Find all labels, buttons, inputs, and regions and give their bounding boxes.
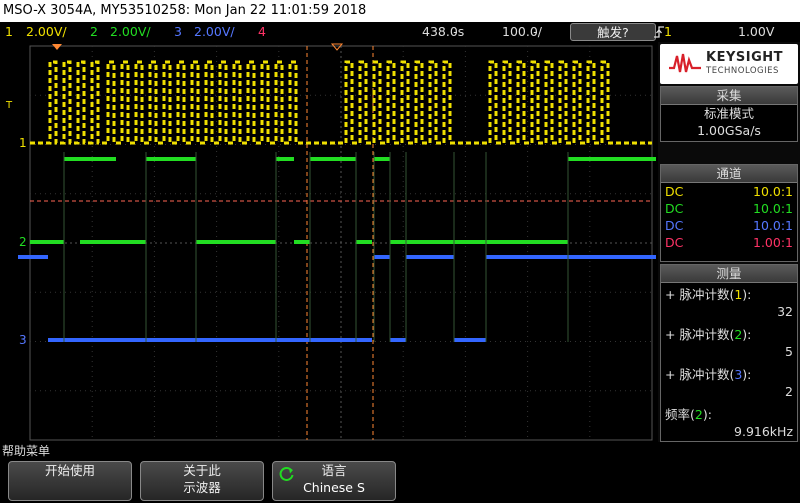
ch3-coupling: DC [665,218,684,233]
keysight-wave-icon [669,53,701,73]
timebase-scale[interactable]: 100.0̵/ [502,22,542,42]
measure-4-label: 频率(2): [665,407,712,422]
measure-1-value: 32 [777,304,793,319]
softkey-menu-title: 帮助菜单 [2,444,51,458]
sample-rate: 1.00GSa/s [697,123,761,138]
language-softkey[interactable]: 语言 Chinese S [272,461,396,501]
ch3-scale[interactable]: 2.00V/ [194,22,235,42]
rotate-knob-icon [279,466,294,481]
channel-row-1: DC 10.0:1 [661,183,797,200]
measurements-panel[interactable]: 测量 + 脉冲计数(1): 32 + 脉冲计数(2): 5 + 脉冲计数(3):… [660,264,798,442]
channel-row-3: DC 10.0:1 [661,217,797,234]
getting-started-label: 开始使用 [44,463,95,478]
measure-2-channel: 2 [734,327,743,342]
measure-4-name: 频率 [665,407,691,422]
measure-2-label: + 脉冲计数(2): [665,327,752,342]
ch1-scale[interactable]: 2.00V/ [26,22,67,42]
measure-4-channel: 2 [694,407,703,422]
measure-3-label: + 脉冲计数(3): [665,367,752,382]
trigger-edge-icon [654,26,664,38]
measure-1-name: + 脉冲计数 [665,287,730,302]
waveform-display[interactable]: T 1 2 3 [0,42,658,442]
ch2-probe: 10.0:1 [753,201,793,216]
trigger-point-marker [52,44,62,50]
measure-3-channel: 3 [734,367,743,382]
measure-4-value: 9.916kHz [734,424,793,439]
ch3-ground-marker[interactable]: 3 [19,333,27,347]
ch3-label[interactable]: 3 [174,22,182,42]
measure-3-value: 2 [785,384,793,399]
logo-brand: KEYSIGHT [706,50,783,65]
ch4-coupling: DC [665,235,684,250]
waveform-svg [18,43,656,441]
keysight-logo: KEYSIGHT TECHNOLOGIES [660,44,798,84]
status-bar: 1 2.00V/ 2 2.00V/ 3 2.00V/ 4 438.0̵s 100… [0,22,800,42]
ch2-coupling: DC [665,201,684,216]
channels-panel[interactable]: 通道 DC 10.0:1 DC 10.0:1 DC 10.0:1 DC 1.00… [660,164,798,262]
measure-2-value: 5 [785,344,793,359]
about-scope-softkey[interactable]: 关于此 示波器 [140,461,264,501]
ch1-probe: 10.0:1 [753,184,793,199]
logo-subtitle: TECHNOLOGIES [706,66,779,76]
ch4-label[interactable]: 4 [258,22,266,42]
ch2-label[interactable]: 2 [90,22,98,42]
getting-started-softkey[interactable]: 开始使用 [8,461,132,501]
ch1-coupling: DC [665,184,684,199]
ch2-ground-marker[interactable]: 2 [19,235,27,249]
channel-row-4: DC 1.00:1 [661,234,797,251]
measure-1-channel: 1 [734,287,743,302]
ch2-scale[interactable]: 2.00V/ [110,22,151,42]
trigger-level[interactable]: 1.00V [738,22,774,42]
measure-3-name: + 脉冲计数 [665,367,730,382]
channel-row-2: DC 10.0:1 [661,200,797,217]
channels-header: 通道 [661,165,797,183]
ch1-label[interactable]: 1 [5,22,13,42]
measure-2-name: + 脉冲计数 [665,327,730,342]
acquisition-header: 采集 [661,87,797,105]
acquisition-panel[interactable]: 采集 标准模式 1.00GSa/s [660,86,798,142]
ch3-probe: 10.0:1 [753,218,793,233]
ch4-probe: 1.00:1 [753,235,793,250]
window-title: MSO-X 3054A, MY53510258: Mon Jan 22 11:0… [0,0,800,22]
acquisition-mode: 标准模式 [703,106,754,121]
measure-1-label: + 脉冲计数(1): [665,287,752,302]
trigger-level-marker[interactable]: T [6,100,12,111]
measurements-header: 测量 [661,265,797,283]
trigger-status-button[interactable]: 触发? [570,23,656,41]
about-scope-line2: 示波器 [183,480,221,495]
ch1-ground-marker[interactable]: 1 [19,136,27,150]
about-scope-line1: 关于此 [183,463,221,478]
horizontal-delay[interactable]: 438.0̵s [422,22,464,42]
